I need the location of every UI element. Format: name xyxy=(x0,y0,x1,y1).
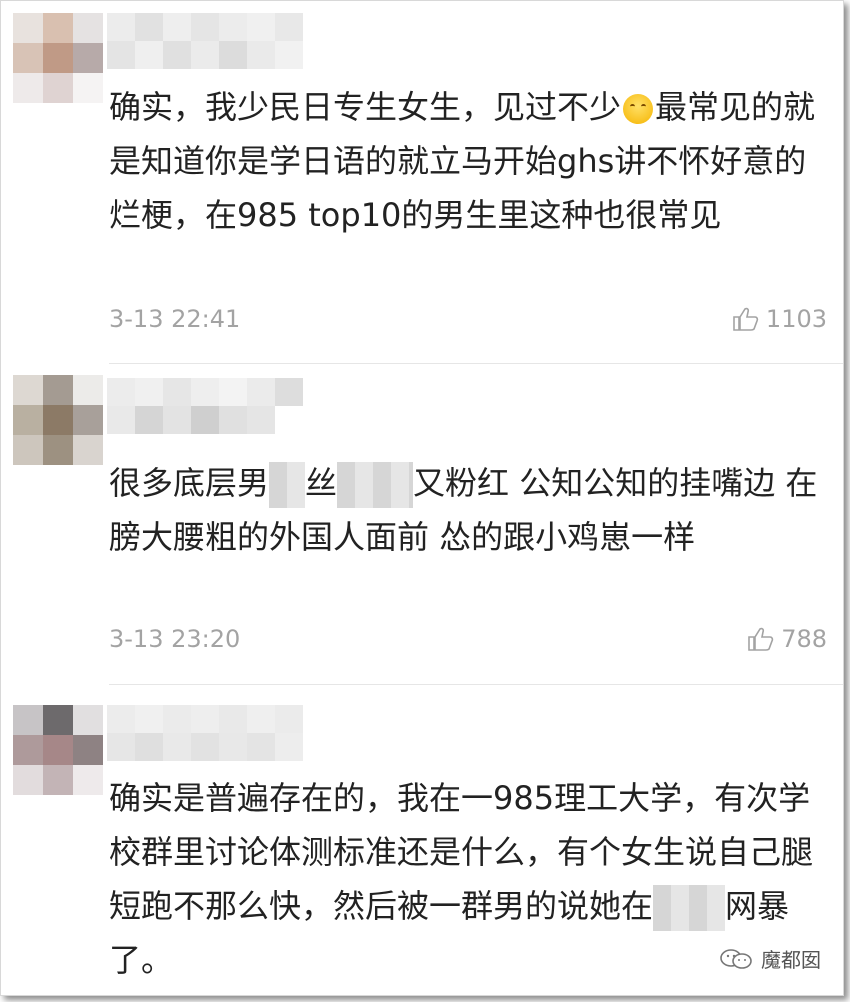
username-blurred[interactable] xyxy=(107,13,327,69)
comment-screenshot: 确实，我少民日专生女生，见过不少 最常见的就是知道你是学日语的就立马开始ghs讲不… xyxy=(0,0,844,996)
like-button[interactable]: 1103 xyxy=(732,305,827,333)
watermark-label: 魔都囡 xyxy=(761,948,821,972)
user-avatar-blurred[interactable] xyxy=(13,13,103,103)
comment-text-part: 丝 xyxy=(305,464,338,502)
grin-emoji-icon xyxy=(623,94,654,124)
comment-text-part: 很多底层男 xyxy=(109,464,270,502)
user-avatar-blurred[interactable] xyxy=(13,705,103,795)
like-count: 788 xyxy=(781,625,827,653)
censored-mosaic xyxy=(269,462,306,508)
user-avatar-blurred[interactable] xyxy=(13,375,103,465)
comment-text-part: 确实，我少民日专生女生，见过不少 xyxy=(109,88,622,126)
thumbs-up-icon xyxy=(748,627,774,651)
wechat-icon xyxy=(720,948,752,969)
like-count: 1103 xyxy=(765,305,827,333)
comment-text: 确实是普遍存在的，我在一985理工大学，有次学校群里讨论体测标准还是什么，有个女… xyxy=(109,771,819,987)
comment-time: 3-13 23:20 xyxy=(109,625,241,653)
divider xyxy=(109,363,843,364)
divider xyxy=(109,684,843,685)
username-blurred[interactable] xyxy=(107,378,307,434)
comment-text: 确实，我少民日专生女生，见过不少 最常见的就是知道你是学日语的就立马开始ghs讲不… xyxy=(109,80,819,242)
watermark: 魔都囡 xyxy=(719,944,821,973)
thumbs-up-icon xyxy=(733,307,759,331)
username-blurred[interactable] xyxy=(107,705,327,761)
censored-mosaic xyxy=(337,462,414,508)
censored-mosaic xyxy=(653,885,726,931)
like-button[interactable]: 788 xyxy=(747,625,827,653)
comment-text: 很多底层男丝又粉红 公知公知的挂嘴边 在膀大腰粗的外国人面前 怂的跟小鸡崽一样 xyxy=(109,456,819,564)
comment-time: 3-13 22:41 xyxy=(109,305,241,333)
